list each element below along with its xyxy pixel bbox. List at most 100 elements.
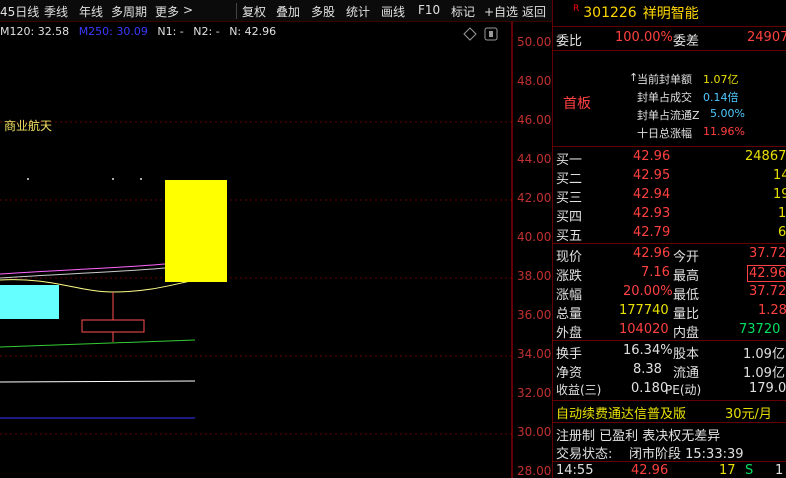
add-watchlist-button[interactable]: +自选 <box>484 3 518 20</box>
fund-value: 8.38 <box>633 362 662 377</box>
stat-row: ↑ 当前封单额 1.07亿 <box>553 70 786 89</box>
ma-line-green <box>0 339 196 348</box>
kline-chart[interactable]: M120: 32.58 M250: 30.09 N1: - N2: - N: 4… <box>0 22 552 478</box>
bid-volume: 24867 <box>745 149 786 164</box>
marker-dot <box>27 178 29 180</box>
bid-row[interactable]: 买一 42.96 24867 <box>553 148 786 168</box>
bid-volume: 19 <box>773 187 786 202</box>
price-tick: 46.00 <box>517 113 552 127</box>
stock-name: 祥明智能 <box>642 6 699 22</box>
quote-label: 现价 <box>556 250 583 265</box>
bid-volume: 1 <box>778 206 786 221</box>
tick-row: 14:55 42.96 17 S 1 <box>553 462 786 478</box>
quote-value: 1.28 <box>758 303 786 318</box>
bid-price: 42.95 <box>633 168 671 183</box>
bid-label: 买五 <box>556 229 583 244</box>
tick-count: 1 <box>775 463 784 478</box>
stat-label: 当前封单额 <box>637 73 692 86</box>
weibi-value: 100.00% <box>615 30 673 45</box>
draw-line-button[interactable]: 画线 <box>381 3 405 20</box>
bid-row[interactable]: 买四 42.93 1 <box>553 205 786 225</box>
weicha-value: 24907 <box>747 30 786 45</box>
fund-label: 收益(三) <box>556 383 602 397</box>
stock-header[interactable]: R 301226 祥明智能 <box>553 0 786 26</box>
quote-value: 37.72 <box>749 284 786 299</box>
divider <box>553 243 786 244</box>
grid-lines <box>0 121 512 435</box>
quote-label: 外盘 <box>556 326 583 341</box>
quote-panel: R 301226 祥明智能 委比 100.00% 委差 24907 ↑ 当前封单… <box>552 0 786 478</box>
stat-value: 11.96% <box>703 125 745 138</box>
quote-label: 涨跌 <box>556 269 583 284</box>
stat-label: 十日总涨幅 <box>637 127 692 140</box>
stat-label: 封单占流通Z <box>637 109 700 122</box>
r-flag: R <box>573 4 580 14</box>
diamond-icon <box>463 27 477 41</box>
stock-code: 301226 <box>583 5 637 21</box>
tick-time: 14:55 <box>556 463 594 478</box>
fund-value: 16.34% <box>623 343 673 358</box>
tick-side: S <box>745 463 754 478</box>
tab-45-day-line[interactable]: 45日线 <box>0 3 39 20</box>
quote-row: 现价 42.96 今开 37.72 <box>553 245 786 265</box>
quote-label: 总量 <box>556 307 583 322</box>
tick-volume: 17 <box>719 463 736 478</box>
bid-row[interactable]: 买二 42.95 14 <box>553 167 786 187</box>
quote-value: 73720 <box>739 322 781 337</box>
quote-row: 总量 177740 量比 1.28 <box>553 302 786 322</box>
reg-row: 注册制 已盈利 表决权无差异 <box>553 424 786 444</box>
back-button[interactable]: 返回 <box>522 3 546 20</box>
fund-row: 收益(三) 0.180 PE(动) 179.0 <box>553 380 786 399</box>
mark-button[interactable]: 标记 <box>451 3 475 20</box>
stat-value: 1.07亿 <box>703 73 739 86</box>
status-row: 交易状态: 闭市阶段 15:33:39 <box>553 442 786 462</box>
fund-label: 换手 <box>556 347 583 362</box>
toolbar: 45日线 季线 年线 多周期 更多 > 复权 叠加 多股 统计 画线 F10 标… <box>0 0 552 22</box>
window-icon-inner <box>489 31 493 37</box>
quote-label: 今开 <box>673 250 700 265</box>
quote-value: 42.96 <box>633 246 671 261</box>
quote-row: 涨幅 20.00% 最低 37.72 <box>553 283 786 303</box>
price-tick: 48.00 <box>517 74 552 88</box>
promo-link[interactable]: 自动续费通达信普及版 <box>556 403 686 422</box>
multi-stock-button[interactable]: 多股 <box>311 3 335 20</box>
bid-row[interactable]: 买三 42.94 19 <box>553 186 786 206</box>
quote-label: 最低 <box>673 288 700 303</box>
more-chevron-icon[interactable]: > <box>183 3 193 17</box>
restore-rights-button[interactable]: 复权 <box>242 3 266 20</box>
tick-price: 42.96 <box>631 463 669 478</box>
divider <box>553 400 786 401</box>
bid-row[interactable]: 买五 42.79 6 <box>553 224 786 244</box>
candle-cyan <box>0 285 59 319</box>
marker-dot <box>140 178 142 180</box>
price-tick: 36.00 <box>517 308 552 322</box>
tab-quarter-line[interactable]: 季线 <box>44 3 68 20</box>
price-axis: 50.00 48.00 46.00 44.00 42.00 40.00 38.0… <box>513 22 553 478</box>
overlay-button[interactable]: 叠加 <box>276 3 300 20</box>
divider <box>553 146 786 147</box>
tab-year-line[interactable]: 年线 <box>79 3 103 20</box>
price-tick: 44.00 <box>517 152 552 166</box>
fund-value: 1.09亿 <box>743 347 785 362</box>
price-tick: 42.00 <box>517 191 552 205</box>
quote-label: 内盘 <box>673 326 700 341</box>
promo-row[interactable]: 自动续费通达信普及版 30元/月 <box>553 402 786 422</box>
bid-label: 买一 <box>556 153 583 168</box>
status-label: 交易状态: <box>556 447 613 462</box>
bid-volume: 6 <box>778 225 786 240</box>
bid-price: 42.96 <box>633 149 671 164</box>
tab-multi-period[interactable]: 多周期 <box>111 3 147 20</box>
chart-canvas <box>0 22 513 478</box>
quote-value: 20.00% <box>623 284 673 299</box>
fund-label: 流通 <box>673 366 700 381</box>
quote-value: 7.16 <box>641 265 670 280</box>
statistics-button[interactable]: 统计 <box>346 3 370 20</box>
quote-label: 涨幅 <box>556 288 583 303</box>
fund-value: 1.09亿 <box>743 366 785 381</box>
quote-value: 104020 <box>619 322 669 337</box>
quote-label: 量比 <box>673 307 700 322</box>
quote-value: 37.72 <box>749 246 786 261</box>
f10-button[interactable]: F10 <box>418 3 440 17</box>
ma-line-white <box>0 380 196 383</box>
more-menu[interactable]: 更多 <box>155 3 179 20</box>
